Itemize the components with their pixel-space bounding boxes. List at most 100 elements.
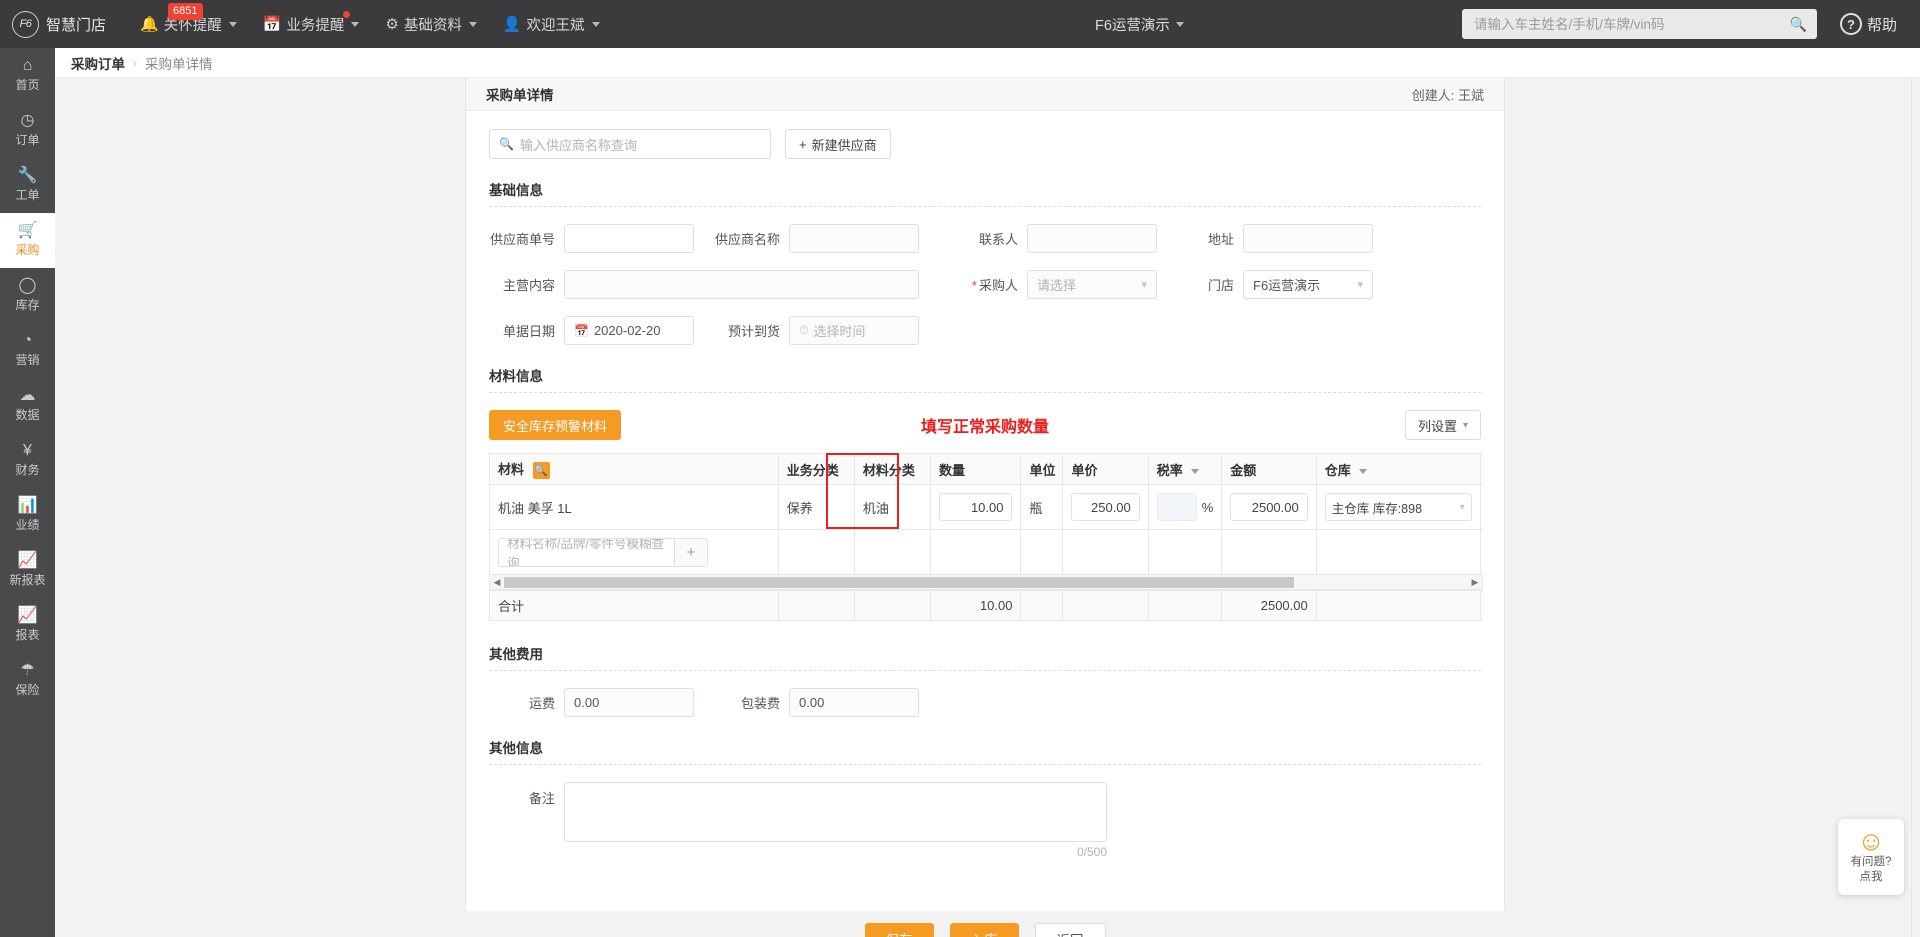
total-label: 合计: [489, 590, 779, 621]
col-warehouse[interactable]: 仓库: [1315, 453, 1481, 485]
total-row-wrapper: 合计 10.00 2500.00: [489, 590, 1483, 621]
col-mat-category: 材料分类: [853, 453, 931, 485]
doc-date-input[interactable]: 📅 2020-02-20: [564, 316, 694, 345]
sidebar-label-performance: 业绩: [15, 518, 40, 532]
top-navigation-bar: F6 智慧门店 🔔 关怀提醒 6851 📅 业务提醒 ⚙ 基础资料 👤 欢迎王斌…: [0, 0, 1920, 48]
back-button[interactable]: 返回: [1034, 923, 1106, 937]
required-asterisk: *: [971, 278, 977, 293]
warehouse-select[interactable]: 主仓库 库存:898 ▾: [1324, 493, 1472, 521]
cell-location[interactable]: [1479, 484, 1483, 530]
total-qty: 10.00: [929, 590, 1022, 621]
sidebar-item-data[interactable]: ☁ 数据: [0, 378, 55, 433]
sidebar-item-orders[interactable]: ◷ 订单: [0, 103, 55, 158]
new-supplier-button[interactable]: + 新建供应商: [785, 129, 891, 159]
scroll-right-arrow-icon[interactable]: ▶: [1468, 577, 1482, 588]
table-horizontal-scrollbar[interactable]: ◀ ▶: [489, 575, 1483, 590]
store-select[interactable]: F6运营演示 ▾: [1243, 270, 1373, 299]
nav-label-business-reminder: 业务提醒: [286, 17, 345, 34]
cell-material[interactable]: 机油 美孚 1L: [489, 484, 779, 530]
col-tax[interactable]: 税率: [1147, 453, 1223, 485]
sidebar-item-insurance[interactable]: ☂ 保险: [0, 653, 55, 708]
right-scroll-rail[interactable]: [1911, 78, 1920, 937]
sidebar-item-finance[interactable]: ¥ 财务: [0, 433, 55, 488]
total-empty: [1147, 590, 1223, 621]
form-footer-buttons: 保存 入库 返回: [465, 911, 1505, 937]
scrollbar-track[interactable]: [504, 576, 1468, 588]
inbound-button[interactable]: 入库: [949, 923, 1019, 937]
safety-stock-warning-button[interactable]: 安全库存预警材料: [489, 410, 622, 440]
sidebar-item-new-report[interactable]: 📈 新报表: [0, 543, 55, 598]
remark-textarea[interactable]: [564, 782, 1107, 842]
breadcrumb-parent[interactable]: 采购订单: [71, 53, 125, 73]
sidebar-item-performance[interactable]: 📊 业绩: [0, 488, 55, 543]
sidebar-item-work-orders[interactable]: 🔧 工单: [0, 158, 55, 213]
brand-name: 智慧门店: [46, 16, 107, 34]
cell-empty: [1221, 529, 1317, 575]
global-search-input[interactable]: [1472, 15, 1790, 33]
qty-input[interactable]: 10.00: [938, 493, 1013, 521]
tax-input[interactable]: [1156, 493, 1197, 521]
supplier-no-input[interactable]: [564, 224, 694, 253]
nav-item-care-reminder[interactable]: 🔔 关怀提醒 6851: [140, 2, 237, 35]
cell-qty[interactable]: 10.00: [929, 484, 1022, 530]
global-search-box[interactable]: 🔍: [1462, 9, 1817, 39]
nav-item-basic-data[interactable]: ⚙ 基础资料: [385, 14, 477, 35]
column-settings-button[interactable]: 列设置 ▾: [1404, 410, 1481, 440]
cart-icon: 🛒: [17, 222, 38, 239]
col-location: 货位: [1479, 453, 1483, 485]
scroll-left-arrow-icon[interactable]: ◀: [490, 577, 504, 588]
eta-input[interactable]: ⏱ 选择时间: [789, 316, 919, 345]
sidebar-item-purchase[interactable]: 🛒 采购: [0, 213, 55, 268]
address-input[interactable]: [1243, 224, 1373, 253]
supplier-name-input[interactable]: [789, 224, 919, 253]
cell-price[interactable]: 250.00: [1062, 484, 1149, 530]
price-input[interactable]: 250.00: [1071, 493, 1140, 521]
col-price: 单价: [1062, 453, 1149, 485]
supplier-search-box[interactable]: 🔍 输入供应商名称查询: [489, 129, 771, 159]
chevron-down-icon: [228, 21, 237, 27]
sidebar-item-home[interactable]: ⌂ 首页: [0, 48, 55, 103]
cell-tax[interactable]: %: [1147, 484, 1223, 530]
widget-line-1: 有问题?: [1850, 856, 1892, 868]
cell-empty: [853, 529, 931, 575]
main-sidebar: ⌂ 首页 ◷ 订单 🔧 工单 🛒 采购 ◯ 库存 ◔ 营销 ☁ 数据 ¥ 财务 …: [0, 48, 55, 937]
scrollbar-thumb[interactable]: [504, 576, 1295, 588]
material-search-icon[interactable]: 🔍: [532, 462, 550, 480]
sidebar-item-report[interactable]: 📈 报表: [0, 598, 55, 653]
bar-chart-icon: 📊: [17, 497, 38, 514]
page-content-area: 采购单详情 创建人: 王斌 🔍 输入供应商名称查询 + 新建供应商 基础信息 供…: [55, 78, 1920, 937]
contact-input[interactable]: [1027, 224, 1157, 253]
brand-logo-area[interactable]: F6 智慧门店: [12, 10, 107, 38]
add-material-button[interactable]: +: [674, 538, 707, 566]
sidebar-item-marketing[interactable]: ◔ 营销: [0, 323, 55, 378]
table-row: 机油 美孚 1L 保养 机油 10.00 瓶 250.00 % 2500.00 …: [489, 484, 1483, 530]
freight-input[interactable]: 0.00: [564, 688, 694, 717]
care-reminder-badge: 6851: [168, 2, 203, 20]
material-toolbar: 安全库存预警材料 填写正常采购数量 列设置 ▾: [489, 410, 1481, 440]
sidebar-label-report: 报表: [15, 628, 40, 642]
amount-value: 2500.00: [1251, 499, 1299, 515]
chevron-down-icon: ▾: [1459, 501, 1465, 513]
main-business-input[interactable]: [564, 270, 919, 299]
sidebar-label-insurance: 保险: [15, 683, 40, 697]
cell-add-material[interactable]: 材料名称/品牌/零件号模糊查询 +: [489, 529, 779, 575]
packing-input[interactable]: 0.00: [789, 688, 919, 717]
cell-empty: [1479, 529, 1483, 575]
nav-item-business-reminder[interactable]: 📅 业务提醒: [263, 10, 360, 35]
chevron-down-icon: ▾: [1357, 279, 1363, 291]
shop-selector[interactable]: F6运营演示: [1095, 14, 1184, 35]
help-button[interactable]: ? 帮助: [1840, 13, 1897, 35]
save-button[interactable]: 保存: [864, 923, 934, 937]
total-empty: [1062, 590, 1149, 621]
sidebar-label-finance: 财务: [15, 463, 40, 477]
nav-item-user-welcome[interactable]: 👤 欢迎王斌: [503, 14, 600, 35]
cell-warehouse[interactable]: 主仓库 库存:898 ▾: [1315, 484, 1481, 530]
search-icon[interactable]: 🔍: [1790, 16, 1807, 33]
label-address: 地址: [1207, 232, 1234, 247]
add-material-input-group[interactable]: 材料名称/品牌/零件号模糊查询 +: [498, 537, 708, 567]
section-title-other-info: 其他信息: [489, 741, 543, 756]
clock-icon: ◷: [20, 112, 35, 129]
buyer-select[interactable]: 请选择 ▾: [1027, 270, 1157, 299]
sidebar-item-inventory[interactable]: ◯ 库存: [0, 268, 55, 323]
customer-service-widget[interactable]: ☺ 有问题? 点我: [1838, 819, 1904, 895]
